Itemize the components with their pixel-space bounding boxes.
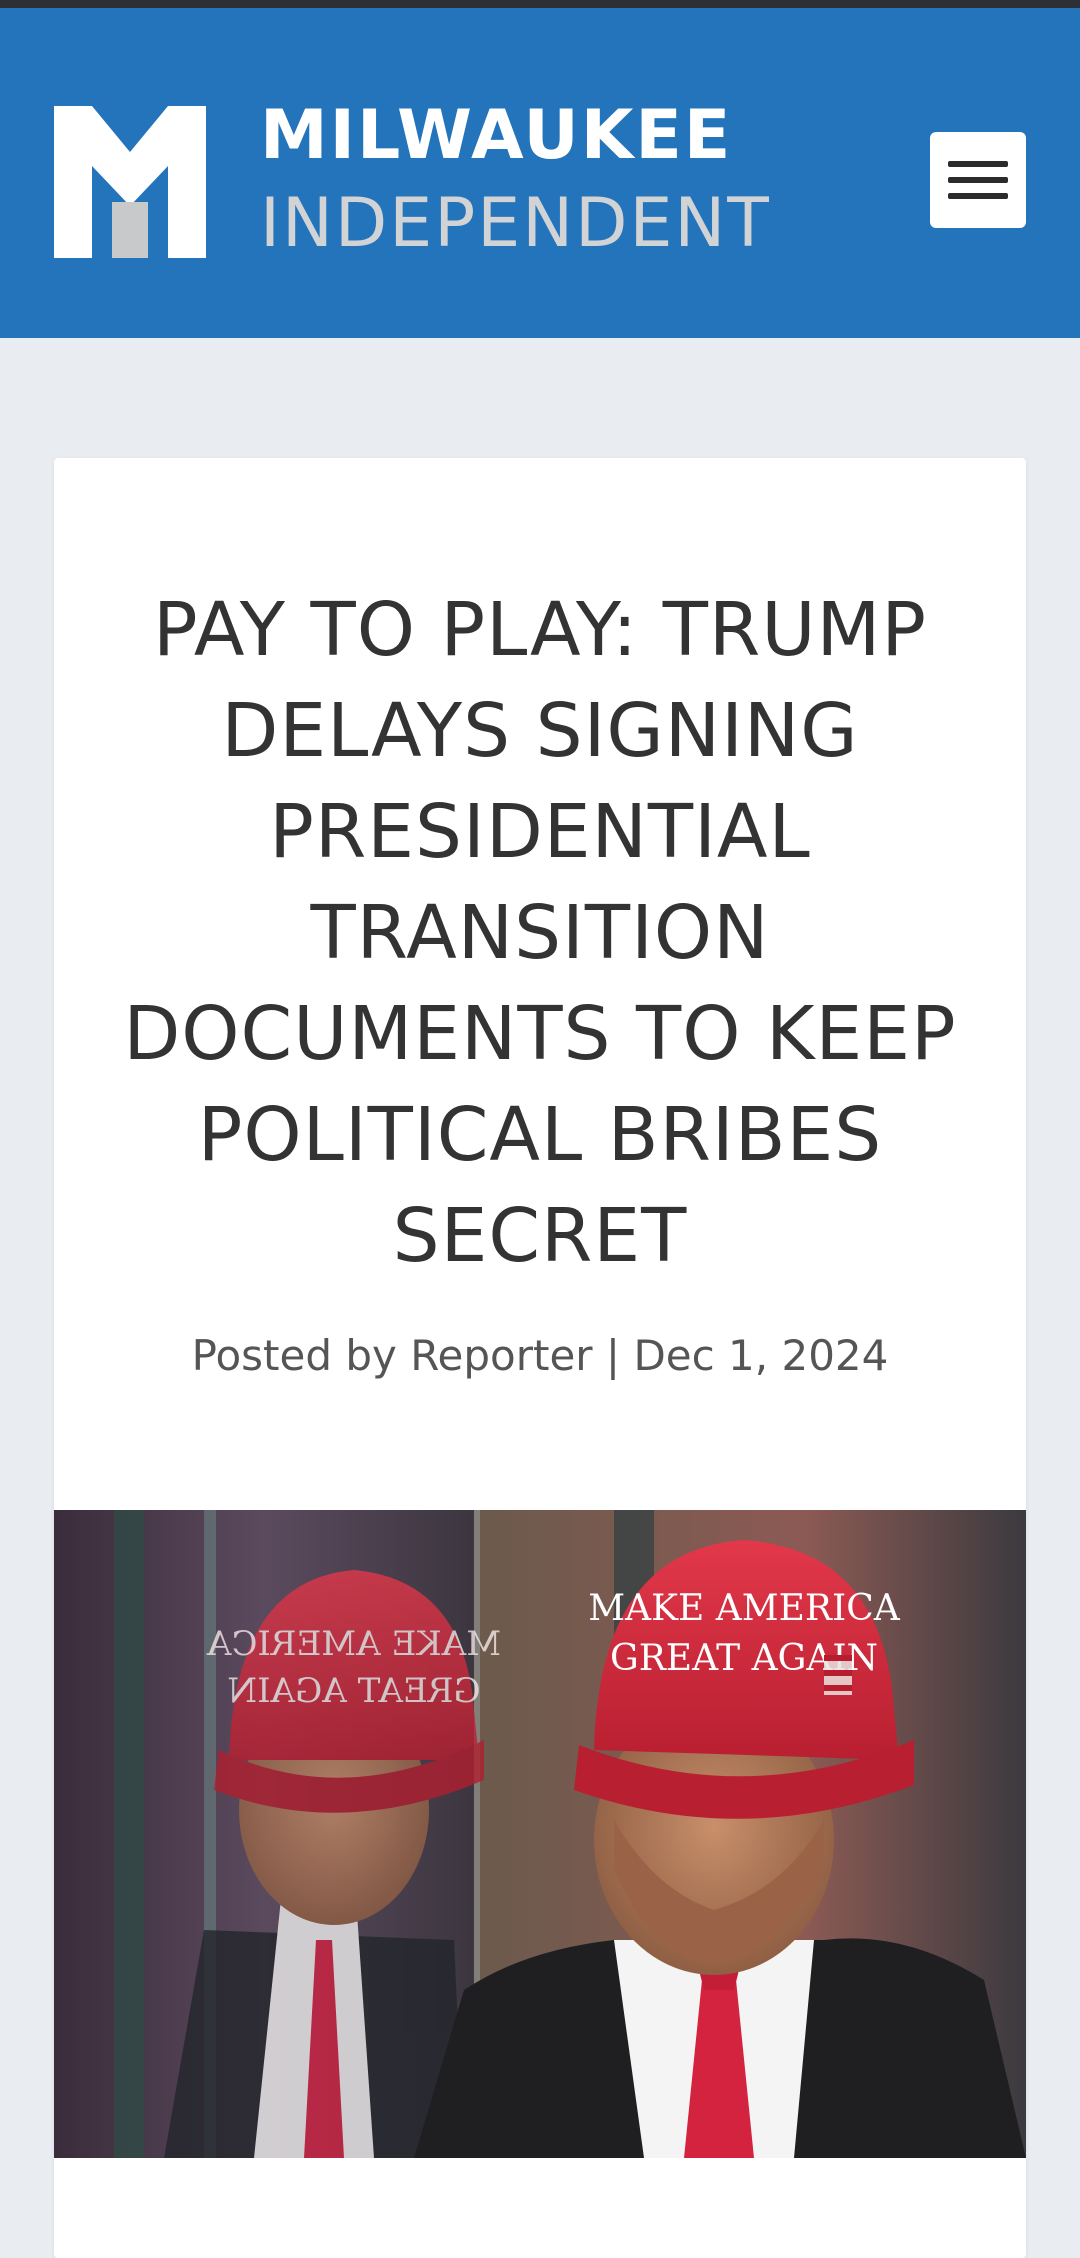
hamburger-menu-icon [948,161,1008,167]
svg-text:MAKE AMERICA: MAKE AMERICA [206,1624,501,1664]
hamburger-menu-button[interactable] [930,132,1026,228]
hamburger-menu-bar [948,193,1008,199]
article-card: PAY TO PLAY: TRUMP DELAYS SIGNING PRESID… [54,458,1026,2258]
hat-text-line1: MAKE AMERICA [588,1588,900,1629]
featured-photo-illustration: MAKE AMERICA GREAT AGAIN MAKE AMERICA GR… [54,1510,1026,2158]
svg-text:GREAT AGAIN: GREAT AGAIN [227,1671,480,1711]
meta-separator: | [605,1331,621,1380]
logo-text-milwaukee: MILWAUKEE [260,96,733,175]
site-logo[interactable]: MILWAUKEE INDEPENDENT [54,96,769,262]
article-title: PAY TO PLAY: TRUMP DELAYS SIGNING PRESID… [123,587,957,1279]
meta-posted-by: Posted by [191,1331,397,1380]
top-border [0,0,1080,8]
logo-m-mark-icon [54,106,206,258]
site-header: MILWAUKEE INDEPENDENT [0,8,1080,338]
featured-image[interactable]: MAKE AMERICA GREAT AGAIN MAKE AMERICA GR… [54,1510,1026,2158]
logo-text-independent: INDEPENDENT [260,184,771,263]
article-meta: Posted by Reporter | Dec 1, 2024 [54,1326,1026,1386]
hamburger-menu-bar [948,177,1008,183]
meta-date: Dec 1, 2024 [633,1331,889,1380]
author-link[interactable]: Reporter [410,1331,592,1380]
